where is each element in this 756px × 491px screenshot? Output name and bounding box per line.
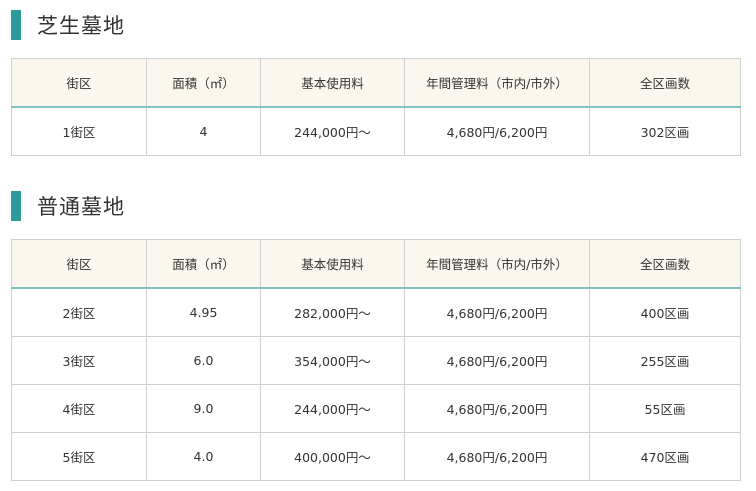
header-annual-fee: 年間管理料（市内/市外） (404, 58, 590, 108)
cell-base-fee: 400,000円〜 (260, 432, 405, 481)
cell-annual-fee: 4,680円/6,200円 (404, 384, 590, 433)
header-base-fee: 基本使用料 (260, 239, 405, 289)
cell-annual-fee: 4,680円/6,200円 (404, 287, 590, 337)
cell-area: 9.0 (146, 384, 261, 433)
cell-block: 1街区 (11, 106, 147, 156)
table-row: 3街区 6.0 354,000円〜 4,680円/6,200円 255区画 (11, 336, 741, 385)
cell-total-plots: 470区画 (589, 432, 741, 481)
table-row: 5街区 4.0 400,000円〜 4,680円/6,200円 470区画 (11, 432, 741, 481)
table-header-row: 街区 面積（㎡） 基本使用料 年間管理料（市内/市外） 全区画数 (11, 239, 741, 289)
section-title: 普通墓地 (37, 195, 125, 219)
header-total-plots: 全区画数 (589, 239, 741, 289)
header-total-plots: 全区画数 (589, 58, 741, 108)
cell-block: 3街区 (11, 336, 147, 385)
table-row: 4街区 9.0 244,000円〜 4,680円/6,200円 55区画 (11, 384, 741, 433)
section-title: 芝生墓地 (37, 14, 125, 38)
table-row: 1街区 4 244,000円〜 4,680円/6,200円 302区画 (11, 106, 741, 156)
table-row: 2街区 4.95 282,000円〜 4,680円/6,200円 400区画 (11, 287, 741, 337)
pricing-table: 街区 面積（㎡） 基本使用料 年間管理料（市内/市外） 全区画数 2街区 4.9… (11, 239, 741, 481)
heading-accent-bar (11, 191, 21, 221)
pricing-table: 街区 面積（㎡） 基本使用料 年間管理料（市内/市外） 全区画数 1街区 4 2… (11, 58, 741, 156)
section-heading: 芝生墓地 (11, 10, 740, 40)
header-area: 面積（㎡） (146, 239, 261, 289)
cell-total-plots: 302区画 (589, 106, 741, 156)
cell-area: 4.0 (146, 432, 261, 481)
header-block: 街区 (11, 239, 147, 289)
cell-total-plots: 400区画 (589, 287, 741, 337)
cell-block: 4街区 (11, 384, 147, 433)
heading-accent-bar (11, 10, 21, 40)
cell-base-fee: 244,000円〜 (260, 384, 405, 433)
cell-total-plots: 55区画 (589, 384, 741, 433)
cell-block: 2街区 (11, 287, 147, 337)
lawn-cemetery-section: 芝生墓地 街区 面積（㎡） 基本使用料 年間管理料（市内/市外） 全区画数 1街… (11, 10, 741, 156)
header-area: 面積（㎡） (146, 58, 261, 108)
standard-cemetery-section: 普通墓地 街区 面積（㎡） 基本使用料 年間管理料（市内/市外） 全区画数 2街… (11, 191, 741, 481)
header-base-fee: 基本使用料 (260, 58, 405, 108)
cell-annual-fee: 4,680円/6,200円 (404, 432, 590, 481)
section-heading: 普通墓地 (11, 191, 740, 221)
cell-annual-fee: 4,680円/6,200円 (404, 336, 590, 385)
cell-annual-fee: 4,680円/6,200円 (404, 106, 590, 156)
header-annual-fee: 年間管理料（市内/市外） (404, 239, 590, 289)
header-block: 街区 (11, 58, 147, 108)
cell-base-fee: 354,000円〜 (260, 336, 405, 385)
cell-base-fee: 244,000円〜 (260, 106, 405, 156)
cell-block: 5街区 (11, 432, 147, 481)
cell-area: 4 (146, 106, 261, 156)
cell-base-fee: 282,000円〜 (260, 287, 405, 337)
table-header-row: 街区 面積（㎡） 基本使用料 年間管理料（市内/市外） 全区画数 (11, 58, 741, 108)
cell-total-plots: 255区画 (589, 336, 741, 385)
cell-area: 6.0 (146, 336, 261, 385)
cell-area: 4.95 (146, 287, 261, 337)
